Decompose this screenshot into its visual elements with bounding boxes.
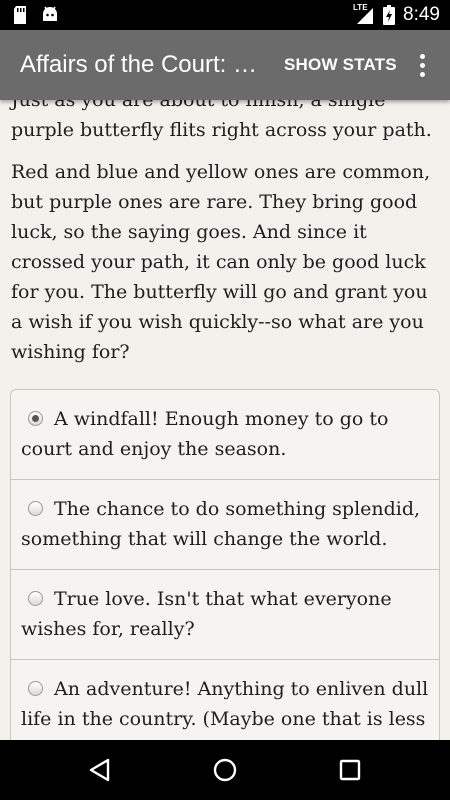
show-stats-button[interactable]: SHOW STATS — [284, 52, 397, 78]
app-bar: Affairs of the Court: Choice of Romance … — [0, 30, 450, 100]
choice-option[interactable]: True love. Isn't that what everyone wish… — [11, 570, 439, 660]
choice-list: A windfall! Enough money to go to court … — [10, 389, 440, 740]
story-paragraph-partial: Just as you are about to finish, a singl… — [11, 100, 432, 141]
choice-label: The chance to do something splendid, som… — [21, 498, 421, 550]
choice-label: True love. Isn't that what everyone wish… — [21, 588, 392, 640]
home-icon[interactable] — [210, 755, 240, 785]
status-bar: LTE 8:49 — [0, 0, 450, 30]
story-paragraph: Red and blue and yellow ones are common,… — [11, 161, 431, 363]
choice-label: A windfall! Enough money to go to court … — [21, 408, 389, 460]
signal-indicator: LTE — [353, 3, 375, 25]
recents-icon[interactable] — [335, 755, 365, 785]
overflow-menu-icon[interactable] — [410, 50, 434, 80]
navigation-bar — [0, 740, 450, 800]
signal-icon — [357, 8, 374, 24]
app-title: Affairs of the Court: Choice of Romance — [20, 51, 262, 78]
choice-option[interactable]: An adventure! Anything to enliven dull l… — [11, 660, 439, 740]
choice-option[interactable]: A windfall! Enough money to go to court … — [11, 390, 439, 480]
story-content[interactable]: Just as you are about to finish, a singl… — [0, 100, 450, 740]
choice-label: An adventure! Anything to enliven dull l… — [21, 678, 429, 730]
sd-card-icon — [14, 6, 26, 24]
choice-option[interactable]: The chance to do something splendid, som… — [11, 480, 439, 570]
android-icon — [43, 6, 57, 21]
status-time: 8:49 — [403, 4, 440, 25]
battery-charging-icon — [383, 5, 396, 25]
back-icon[interactable] — [86, 755, 116, 785]
